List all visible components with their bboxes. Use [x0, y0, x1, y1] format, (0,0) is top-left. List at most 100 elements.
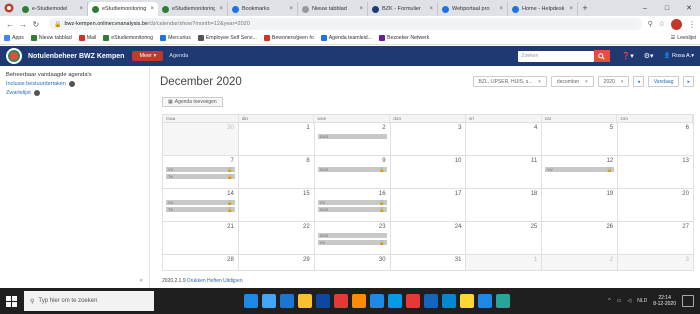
calendar-day-cell[interactable]: 3 — [391, 123, 467, 155]
calendar-event[interactable]: VV 🔒 — [166, 200, 235, 205]
calendar-day-cell[interactable]: 8 — [239, 156, 315, 188]
calendar-event[interactable]: TK 🔒 — [166, 207, 235, 212]
zoom-icon[interactable]: ⚲ — [648, 20, 653, 28]
chevron-up-icon[interactable]: ^ — [608, 298, 610, 304]
calendar-event[interactable]: GVS — [317, 233, 387, 238]
calendar-day-cell[interactable]: 7 VV 🔒 TK 🔒 — [163, 156, 239, 188]
calendar-day-cell[interactable]: 18 — [466, 189, 543, 221]
close-tab-icon[interactable]: × — [285, 6, 293, 12]
taskbar-app-icon[interactable] — [280, 294, 294, 308]
close-tab-icon[interactable]: × — [565, 6, 573, 12]
taskbar-app-icon[interactable] — [244, 294, 258, 308]
calendar-day-cell[interactable]: 5 — [542, 123, 619, 155]
reading-list[interactable]: ☰ Leeslijst — [671, 35, 696, 41]
close-window-button[interactable]: ✕ — [678, 0, 700, 16]
today-button[interactable]: Vandaag — [647, 76, 680, 87]
app-title[interactable]: Notulenbeheer BWZ Kempen — [28, 53, 124, 60]
close-tab-icon[interactable]: × — [146, 6, 154, 12]
calendar-day-cell[interactable]: 28 — [163, 255, 239, 270]
help-icon[interactable]: ❓▾ — [622, 52, 634, 60]
calendar-day-cell[interactable]: 4 — [466, 123, 543, 155]
reload-icon[interactable]: ↻ — [30, 18, 42, 30]
calendar-day-cell[interactable]: 11 — [466, 156, 543, 188]
bookmark-item[interactable]: Agenda teamleid... — [320, 35, 372, 41]
bookmark-item[interactable]: Nieuw tabblad — [30, 35, 72, 41]
gear-icon[interactable]: ⚙▾ — [644, 52, 654, 60]
bookmark-item[interactable]: Bezoeker Netwerk — [378, 35, 429, 41]
close-tab-icon[interactable]: × — [215, 6, 223, 12]
bookmark-item[interactable]: Apps — [4, 35, 24, 41]
calendar-day-cell[interactable]: 21 — [163, 222, 239, 254]
calendar-day-cell[interactable]: 1 — [466, 255, 543, 270]
close-tab-icon[interactable]: × — [495, 6, 503, 12]
clock[interactable]: 22:14 8-12-2020 — [653, 295, 676, 307]
more-menu-button[interactable]: Meer ▾ — [132, 51, 164, 61]
calendar-day-cell[interactable]: 3 — [618, 255, 694, 270]
profile-avatar[interactable] — [671, 18, 682, 30]
taskbar-search-input[interactable]: ⚲ Typ hier om te zoeken — [24, 291, 154, 311]
bookmark-item[interactable]: Mail — [78, 35, 96, 41]
calendar-day-cell[interactable]: 6 — [618, 123, 694, 155]
taskbar-app-icon[interactable] — [316, 294, 330, 308]
address-bar[interactable]: 🔒 bwz-kempen.onlinecvnanalysis.be /cb/ca… — [49, 18, 642, 30]
taskbar-app-icon[interactable] — [262, 294, 276, 308]
nav-agenda-link[interactable]: Agenda — [169, 53, 188, 59]
agenda-select[interactable]: BZL, LIPSER, HUIS, s... ▾ — [472, 76, 547, 87]
browser-tab[interactable]: eStudiemonitoring × — [88, 2, 158, 16]
language-indicator[interactable]: NLD — [637, 298, 647, 304]
minimize-button[interactable]: – — [634, 0, 656, 16]
close-tab-icon[interactable]: × — [355, 6, 363, 12]
taskbar-app-icon[interactable] — [442, 294, 456, 308]
network-icon[interactable]: ▭ — [617, 298, 622, 304]
taskbar-app-icon[interactable] — [478, 294, 492, 308]
taskbar-app-icon[interactable] — [298, 294, 312, 308]
browser-tab[interactable]: Nieuw tabblad × — [298, 2, 368, 16]
previous-month-button[interactable]: ◂ — [633, 76, 644, 87]
calendar-day-cell[interactable]: 24 — [391, 222, 467, 254]
calendar-day-cell[interactable]: 10 — [391, 156, 467, 188]
month-select[interactable]: december ▾ — [550, 76, 594, 87]
taskbar-app-icon[interactable] — [406, 294, 420, 308]
calendar-day-cell[interactable]: 26 — [542, 222, 619, 254]
app-search-input[interactable]: Zoeken — [517, 50, 594, 62]
bookmark-item[interactable]: eStudiemonitoring — [103, 35, 153, 41]
calendar-day-cell[interactable]: 20 — [618, 189, 694, 221]
taskbar-app-icon[interactable] — [352, 294, 366, 308]
footer-link[interactable]: Drukken Heften Uitdijpen — [187, 278, 243, 284]
taskbar-app-icon[interactable] — [496, 294, 510, 308]
calendar-day-cell[interactable]: 29 — [239, 255, 315, 270]
calendar-event[interactable]: GVS — [317, 134, 387, 139]
calendar-day-cell[interactable]: 16 VV 🔒 GVS 🔒 — [315, 189, 391, 221]
bookmark-item[interactable]: Bewoners/geen fo — [263, 35, 314, 41]
calendar-day-cell[interactable]: 25 — [466, 222, 543, 254]
browser-tab[interactable]: eStudiemonitoring × — [158, 2, 228, 16]
calendar-day-cell[interactable]: 9 GVS 🔒 — [315, 156, 391, 188]
new-tab-button[interactable]: + — [578, 1, 592, 15]
calendar-day-cell[interactable]: 30 — [315, 255, 391, 270]
bookmark-item[interactable]: Employee Self Servi... — [197, 35, 257, 41]
taskbar-app-icon[interactable] — [334, 294, 348, 308]
taskbar-app-icon[interactable] — [424, 294, 438, 308]
notification-icon[interactable] — [682, 295, 694, 307]
browser-tab[interactable]: Bookmarks × — [228, 2, 298, 16]
calendar-day-cell[interactable]: 23 GVS VV 🔒 — [315, 222, 391, 254]
calendar-day-cell[interactable]: 14 VV 🔒 TK 🔒 — [163, 189, 239, 221]
forward-arrow-icon[interactable]: → — [17, 18, 29, 30]
sidebar-collapse-button[interactable]: « — [140, 278, 143, 284]
calendar-day-cell[interactable]: 30 — [163, 123, 239, 155]
year-select[interactable]: 2020 ▾ — [597, 76, 630, 87]
calendar-day-cell[interactable]: 19 — [542, 189, 619, 221]
calendar-day-cell[interactable]: 13 — [618, 156, 694, 188]
browser-tab[interactable]: e-Studiemodel × — [18, 2, 88, 16]
calendar-day-cell[interactable]: 1 — [239, 123, 315, 155]
bookmark-item[interactable]: Mercurius — [160, 35, 191, 41]
star-icon[interactable]: ☆ — [659, 20, 665, 28]
new-agenda-button[interactable]: ▦ Agenda toevoegen — [162, 97, 223, 107]
sidebar-item-inclusie[interactable]: Inclusie bestuurdertaken — [6, 81, 143, 87]
calendar-day-cell[interactable]: 17 — [391, 189, 467, 221]
calendar-day-cell[interactable]: 15 — [239, 189, 315, 221]
maximize-button[interactable]: □ — [656, 0, 678, 16]
more-menu-icon[interactable]: ⋮ — [688, 20, 696, 29]
close-tab-icon[interactable]: × — [75, 6, 83, 12]
calendar-day-cell[interactable]: 27 — [618, 222, 694, 254]
